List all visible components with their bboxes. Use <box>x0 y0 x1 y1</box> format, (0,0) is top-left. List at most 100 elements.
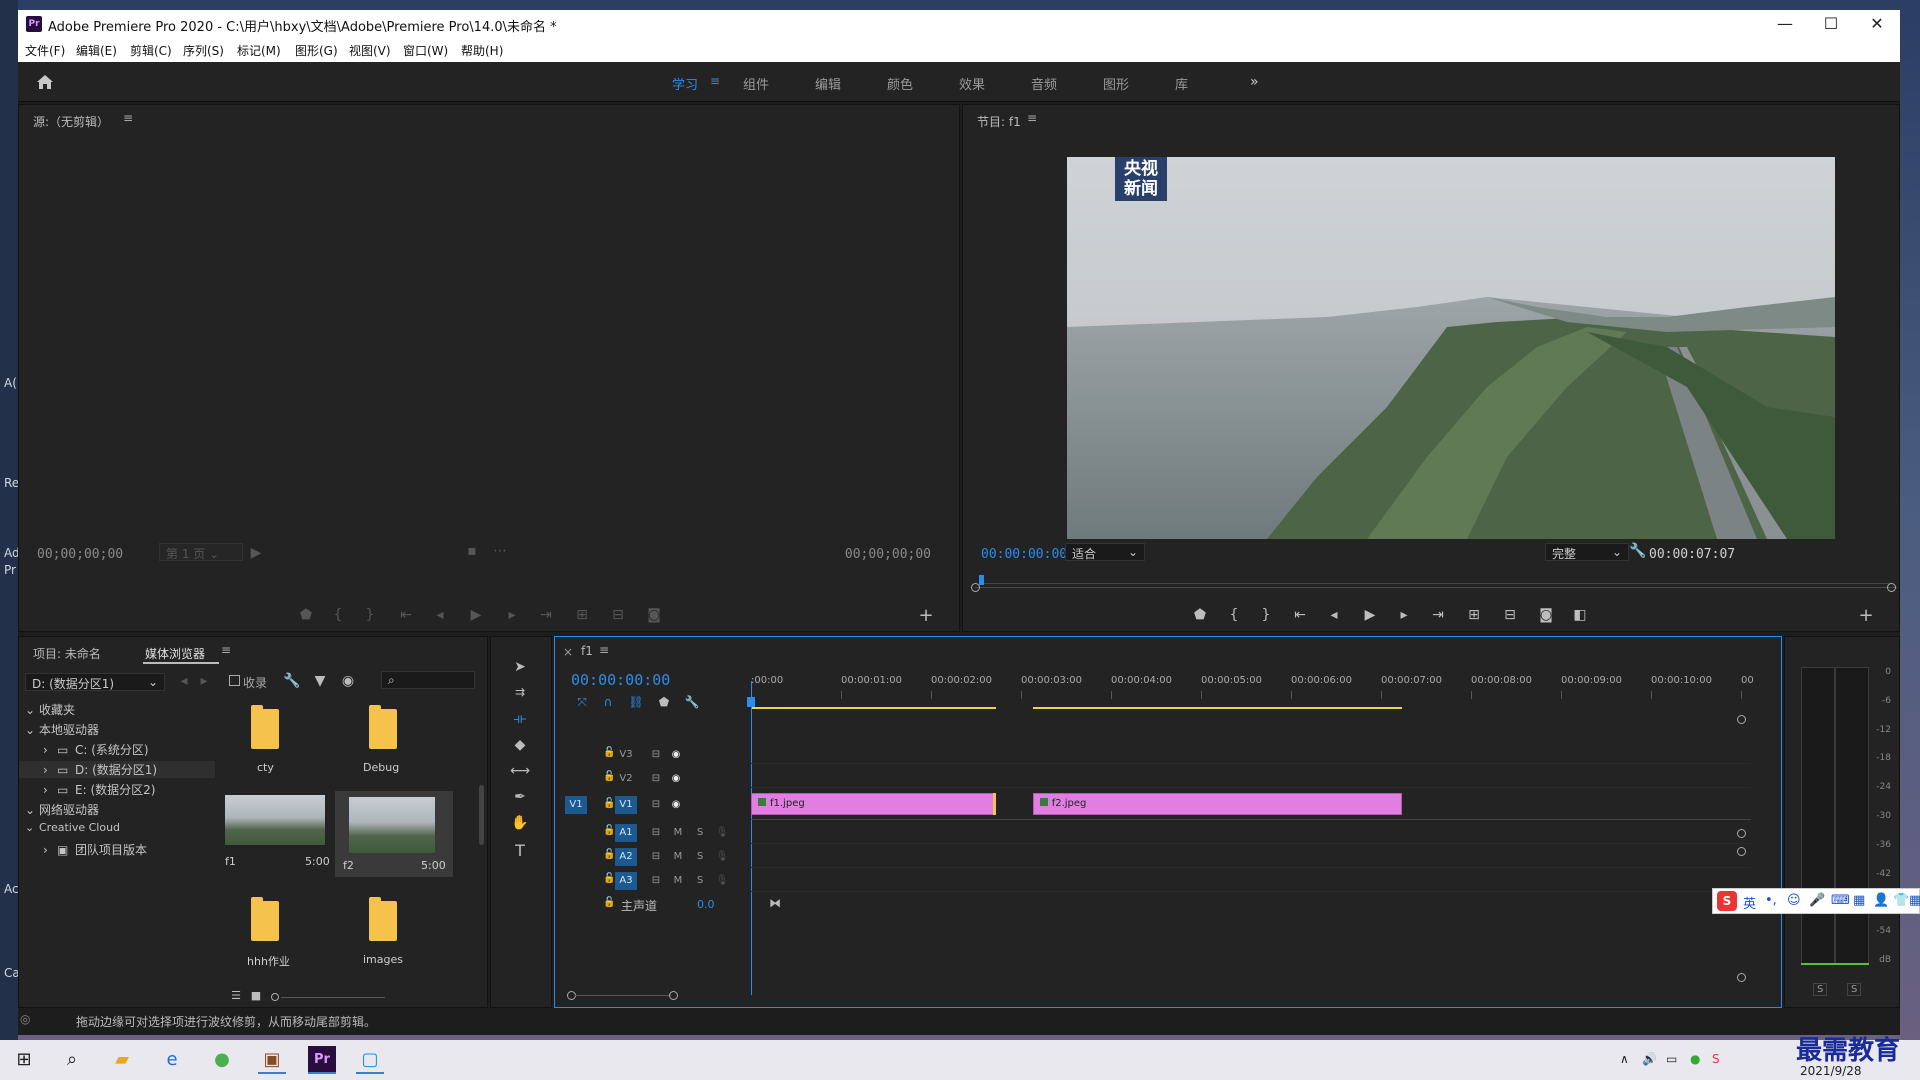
meter-solo-left-button[interactable]: S <box>1813 983 1828 996</box>
sogou-logo-icon[interactable]: S <box>1717 891 1737 911</box>
timeline-timecode[interactable]: 00:00:00:00 <box>571 671 670 689</box>
track-target-a1[interactable]: A1 <box>615 824 637 842</box>
workspace-tab-graphics[interactable]: 图形 <box>1103 74 1129 93</box>
search-input[interactable]: ⌕ <box>381 671 475 689</box>
pen-tool-icon[interactable]: ✒ <box>509 789 531 805</box>
media-item-f2[interactable]: f2 5:00 <box>335 791 453 877</box>
workspace-tab-effects[interactable]: 效果 <box>959 74 985 93</box>
toolbox-icon[interactable]: ▦ <box>1853 893 1865 908</box>
forward-arrow-icon[interactable]: ▸ <box>193 673 215 689</box>
source-patch-v1[interactable]: V1 <box>565 796 587 814</box>
media-item-cty[interactable]: cty <box>217 697 313 774</box>
overwrite-icon[interactable]: ⊟ <box>607 607 629 623</box>
menu-sequence[interactable]: 序列(S) <box>183 42 224 59</box>
punctuation-icon[interactable]: •, <box>1765 893 1777 908</box>
ellipsis-icon[interactable]: ⋯ <box>489 543 511 559</box>
desktop-label[interactable]: Re <box>4 476 19 490</box>
filter-icon[interactable]: ▼ <box>309 673 331 689</box>
panel-menu-icon[interactable]: ≡ <box>1027 111 1037 125</box>
go-to-out-icon[interactable]: ⇥ <box>535 607 557 623</box>
step-back-icon[interactable]: ◂ <box>429 607 451 623</box>
clip-end-marker[interactable] <box>992 793 996 815</box>
vertical-zoom-handle[interactable] <box>1737 829 1746 838</box>
step-forward-icon[interactable]: ▸ <box>501 607 523 623</box>
workspace-tab-editing[interactable]: 编辑 <box>815 74 841 93</box>
timeline-clip[interactable]: f1.jpeg <box>751 793 996 815</box>
sogou-tray-icon[interactable]: S <box>1712 1052 1720 1066</box>
vertical-zoom-handle[interactable] <box>1737 973 1746 982</box>
edge-browser-icon[interactable]: e <box>158 1046 186 1074</box>
mute-button[interactable]: M <box>667 848 689 866</box>
tree-arrow-icon[interactable]: ⌄ <box>25 821 39 834</box>
solo-button[interactable]: S <box>689 848 711 866</box>
thumbnail-zoom-slider-handle[interactable] <box>271 993 279 1001</box>
skin-icon[interactable]: 👕 <box>1893 893 1909 908</box>
workspace-tab-color[interactable]: 颜色 <box>887 74 913 93</box>
sync-lock-icon[interactable]: ⊟ <box>645 796 667 814</box>
tree-arrow-icon[interactable]: ⌄ <box>25 723 39 737</box>
menu-markers[interactable]: 标记(M) <box>237 42 281 59</box>
zoom-handle-right[interactable] <box>1887 583 1896 592</box>
tree-item-team-projects[interactable]: › ▣ 团队项目版本 <box>43 841 147 858</box>
playhead-marker[interactable] <box>979 575 984 585</box>
sync-lock-icon[interactable]: ⊟ <box>645 770 667 788</box>
zoom-scrollbar[interactable] <box>975 587 1897 588</box>
workspace-tab-learn[interactable]: 学习 <box>672 74 698 93</box>
panel-menu-icon[interactable]: ≡ <box>221 643 231 657</box>
comparison-view-icon[interactable]: ◧ <box>1569 607 1591 623</box>
media-grid-scrollbar[interactable] <box>479 785 484 845</box>
lock-icon[interactable]: 🔓 <box>603 747 615 758</box>
play-icon[interactable]: ▶ <box>465 607 487 623</box>
tree-item-drive-c[interactable]: › ▭ C: (系统分区) <box>43 741 149 758</box>
minimize-button[interactable]: — <box>1762 10 1808 38</box>
tree-arrow-icon[interactable]: › <box>43 743 57 757</box>
maximize-button[interactable]: ☐ <box>1808 10 1854 38</box>
eye-icon[interactable]: ◉ <box>665 770 687 788</box>
add-marker-icon[interactable]: ⬟ <box>1189 607 1211 623</box>
program-quality-select[interactable]: 完整 ⌄ <box>1545 543 1629 561</box>
keyboard-icon[interactable]: ⌨ <box>1831 893 1850 908</box>
button-editor-icon[interactable]: + <box>915 605 937 626</box>
menu-window[interactable]: 窗口(W) <box>403 42 448 59</box>
panel-menu-icon[interactable]: ≡ <box>599 643 609 657</box>
mark-out-icon[interactable]: } <box>1255 607 1277 623</box>
search-icon[interactable]: ⌕ <box>58 1046 86 1074</box>
meter-solo-right-button[interactable]: S <box>1847 983 1862 996</box>
razor-tool-icon[interactable]: ◆ <box>509 737 531 753</box>
wrench-icon[interactable]: 🔧 <box>281 673 303 689</box>
workspace-tab-libraries[interactable]: 库 <box>1175 74 1188 93</box>
eye-icon[interactable]: ◉ <box>665 746 687 764</box>
sync-lock-icon[interactable]: ⊟ <box>645 872 667 890</box>
master-link-icon[interactable]: ⧓ <box>769 896 781 910</box>
panel-menu-icon[interactable]: ≡ <box>123 111 133 125</box>
mark-out-icon[interactable]: } <box>359 607 381 623</box>
lock-icon[interactable]: 🔓 <box>603 771 615 782</box>
source-monitor-title[interactable]: 源:（无剪辑） <box>33 113 109 130</box>
sync-lock-icon[interactable]: ⊟ <box>645 824 667 842</box>
add-marker-icon[interactable]: ⬟ <box>653 695 675 709</box>
source-page-select[interactable]: 第 1 页 ⌄ <box>159 543 243 561</box>
slip-tool-icon[interactable]: ⟷ <box>509 763 531 779</box>
go-to-in-icon[interactable]: ⇤ <box>1289 607 1311 623</box>
menu-view[interactable]: 视图(V) <box>349 42 391 59</box>
program-time-ruler[interactable] <box>979 573 1893 585</box>
wrench-icon[interactable]: 🔧 <box>1627 543 1649 559</box>
sync-lock-icon[interactable]: ⊟ <box>645 848 667 866</box>
track-target-v1[interactable]: V1 <box>615 796 637 814</box>
workspace-menu-icon[interactable]: ≡ <box>710 74 720 88</box>
microphone-icon[interactable]: 🎤 <box>1809 893 1825 908</box>
menu-help[interactable]: 帮助(H) <box>461 42 503 59</box>
linked-selection-icon[interactable]: ⛓ <box>625 695 647 709</box>
premiere-taskbar-icon[interactable]: Pr <box>308 1046 336 1074</box>
snap-icon[interactable]: ∩ <box>597 695 619 709</box>
mark-in-icon[interactable]: { <box>327 607 349 623</box>
track-target-v2[interactable]: V2 <box>615 770 637 788</box>
timeline-clip[interactable]: f2.jpeg <box>1032 793 1402 815</box>
lock-icon[interactable]: 🔓 <box>603 897 615 908</box>
lock-icon[interactable]: 🔓 <box>603 849 615 860</box>
play-icon[interactable]: ▶ <box>1359 607 1381 623</box>
mute-button[interactable]: M <box>667 872 689 890</box>
media-item-hhh[interactable]: hhh作业 <box>217 889 313 968</box>
track-target-a2[interactable]: A2 <box>615 848 637 866</box>
tree-arrow-icon[interactable]: › <box>43 843 57 857</box>
